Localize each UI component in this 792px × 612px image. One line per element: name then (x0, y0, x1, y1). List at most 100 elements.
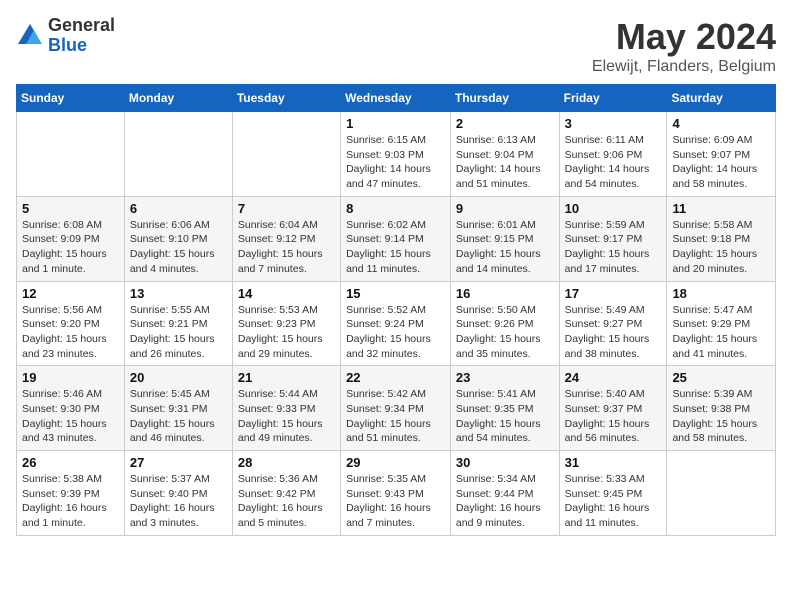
day-number: 11 (672, 201, 770, 216)
day-info: Sunrise: 5:39 AMSunset: 9:38 PMDaylight:… (672, 387, 770, 446)
day-info: Sunrise: 6:09 AMSunset: 9:07 PMDaylight:… (672, 133, 770, 192)
day-number: 6 (130, 201, 227, 216)
day-info: Sunrise: 5:35 AMSunset: 9:43 PMDaylight:… (346, 472, 445, 531)
day-info: Sunrise: 5:42 AMSunset: 9:34 PMDaylight:… (346, 387, 445, 446)
calendar-cell: 15 Sunrise: 5:52 AMSunset: 9:24 PMDayligh… (341, 281, 451, 366)
calendar-cell: 9Sunrise: 6:01 AMSunset: 9:15 PMDaylight… (450, 196, 559, 281)
day-number: 5 (22, 201, 119, 216)
day-number: 25 (672, 370, 770, 385)
calendar-cell: 5Sunrise: 6:08 AMSunset: 9:09 PMDaylight… (17, 196, 125, 281)
calendar-cell: 23 Sunrise: 5:41 AMSunset: 9:35 PMDayligh… (450, 366, 559, 451)
day-number: 9 (456, 201, 554, 216)
day-number: 12 (22, 286, 119, 301)
day-info: Sunrise: 5:59 AMSunset: 9:17 PMDaylight:… (565, 218, 662, 277)
day-info: Sunrise: 6:04 AMSunset: 9:12 PMDaylight:… (238, 218, 335, 277)
calendar-cell (124, 112, 232, 197)
day-number: 10 (565, 201, 662, 216)
calendar-cell: 20Sunrise: 5:45 AMSunset: 9:31 PMDayligh… (124, 366, 232, 451)
page-header: General Blue May 2024 Elewijt, Flanders,… (16, 16, 776, 76)
day-info: Sunrise: 5:55 AMSunset: 9:21 PMDaylight:… (130, 303, 227, 362)
logo-icon (16, 22, 44, 50)
calendar-week-row: 12 Sunrise: 5:56 AMSunset: 9:20 PMDayligh… (17, 281, 776, 366)
calendar-cell: 27Sunrise: 5:37 AMSunset: 9:40 PMDayligh… (124, 451, 232, 536)
day-info: Sunrise: 6:15 AMSunset: 9:03 PMDaylight:… (346, 133, 445, 192)
logo-general: General (48, 15, 115, 35)
logo-text: General Blue (48, 16, 115, 56)
day-number: 7 (238, 201, 335, 216)
calendar-week-row: 19 Sunrise: 5:46 AMSunset: 9:30 PMDayligh… (17, 366, 776, 451)
calendar-cell: 18Sunrise: 5:47 AMSunset: 9:29 PMDayligh… (667, 281, 776, 366)
calendar-cell: 30Sunrise: 5:34 AMSunset: 9:44 PMDayligh… (450, 451, 559, 536)
day-number: 16 (456, 286, 554, 301)
day-number: 14 (238, 286, 335, 301)
day-info: Sunrise: 5:52 AMSunset: 9:24 PMDaylight:… (346, 303, 445, 362)
day-info: Sunrise: 5:40 AMSunset: 9:37 PMDaylight:… (565, 387, 662, 446)
weekday-header: Tuesday (232, 85, 340, 112)
day-info: Sunrise: 5:36 AMSunset: 9:42 PMDaylight:… (238, 472, 335, 531)
logo-blue: Blue (48, 35, 87, 55)
calendar-cell: 17Sunrise: 5:49 AMSunset: 9:27 PMDayligh… (559, 281, 667, 366)
calendar-cell: 26Sunrise: 5:38 AMSunset: 9:39 PMDayligh… (17, 451, 125, 536)
calendar-cell: 7 Sunrise: 6:04 AMSunset: 9:12 PMDaylight… (232, 196, 340, 281)
day-number: 19 (22, 370, 119, 385)
calendar-cell: 31 Sunrise: 5:33 AMSunset: 9:45 PMDayligh… (559, 451, 667, 536)
day-info: Sunrise: 5:49 AMSunset: 9:27 PMDaylight:… (565, 303, 662, 362)
weekday-header: Saturday (667, 85, 776, 112)
calendar-cell: 12 Sunrise: 5:56 AMSunset: 9:20 PMDayligh… (17, 281, 125, 366)
day-info: Sunrise: 5:53 AMSunset: 9:23 PMDaylight:… (238, 303, 335, 362)
day-info: Sunrise: 5:38 AMSunset: 9:39 PMDaylight:… (22, 472, 119, 531)
day-number: 27 (130, 455, 227, 470)
calendar-cell: 29Sunrise: 5:35 AMSunset: 9:43 PMDayligh… (341, 451, 451, 536)
calendar-cell: 13 Sunrise: 5:55 AMSunset: 9:21 PMDayligh… (124, 281, 232, 366)
day-number: 23 (456, 370, 554, 385)
day-info: Sunrise: 6:06 AMSunset: 9:10 PMDaylight:… (130, 218, 227, 277)
calendar-cell (17, 112, 125, 197)
day-info: Sunrise: 5:58 AMSunset: 9:18 PMDaylight:… (672, 218, 770, 277)
day-number: 20 (130, 370, 227, 385)
calendar-cell: 1 Sunrise: 6:15 AMSunset: 9:03 PMDaylight… (341, 112, 451, 197)
weekday-header: Thursday (450, 85, 559, 112)
day-number: 15 (346, 286, 445, 301)
weekday-header-row: SundayMondayTuesdayWednesdayThursdayFrid… (17, 85, 776, 112)
title-block: May 2024 Elewijt, Flanders, Belgium (592, 16, 776, 76)
day-info: Sunrise: 5:50 AMSunset: 9:26 PMDaylight:… (456, 303, 554, 362)
day-info: Sunrise: 5:47 AMSunset: 9:29 PMDaylight:… (672, 303, 770, 362)
calendar-cell: 25 Sunrise: 5:39 AMSunset: 9:38 PMDayligh… (667, 366, 776, 451)
day-number: 2 (456, 116, 554, 131)
logo: General Blue (16, 16, 115, 56)
calendar-week-row: 1 Sunrise: 6:15 AMSunset: 9:03 PMDaylight… (17, 112, 776, 197)
calendar-cell: 11 Sunrise: 5:58 AMSunset: 9:18 PMDayligh… (667, 196, 776, 281)
calendar-cell: 22 Sunrise: 5:42 AMSunset: 9:34 PMDayligh… (341, 366, 451, 451)
weekday-header: Sunday (17, 85, 125, 112)
day-number: 1 (346, 116, 445, 131)
calendar-cell: 28Sunrise: 5:36 AMSunset: 9:42 PMDayligh… (232, 451, 340, 536)
calendar-cell: 8Sunrise: 6:02 AMSunset: 9:14 PMDaylight… (341, 196, 451, 281)
day-number: 4 (672, 116, 770, 131)
day-number: 22 (346, 370, 445, 385)
calendar-cell: 10 Sunrise: 5:59 AMSunset: 9:17 PMDayligh… (559, 196, 667, 281)
calendar-cell: 21 Sunrise: 5:44 AMSunset: 9:33 PMDayligh… (232, 366, 340, 451)
day-info: Sunrise: 5:34 AMSunset: 9:44 PMDaylight:… (456, 472, 554, 531)
calendar-cell: 2Sunrise: 6:13 AMSunset: 9:04 PMDaylight… (450, 112, 559, 197)
weekday-header: Monday (124, 85, 232, 112)
day-number: 3 (565, 116, 662, 131)
calendar-week-row: 5Sunrise: 6:08 AMSunset: 9:09 PMDaylight… (17, 196, 776, 281)
calendar-table: SundayMondayTuesdayWednesdayThursdayFrid… (16, 84, 776, 536)
calendar-cell: 19 Sunrise: 5:46 AMSunset: 9:30 PMDayligh… (17, 366, 125, 451)
day-info: Sunrise: 5:46 AMSunset: 9:30 PMDaylight:… (22, 387, 119, 446)
calendar-cell (232, 112, 340, 197)
calendar-cell: 16 Sunrise: 5:50 AMSunset: 9:26 PMDayligh… (450, 281, 559, 366)
day-info: Sunrise: 5:56 AMSunset: 9:20 PMDaylight:… (22, 303, 119, 362)
calendar-cell: 4 Sunrise: 6:09 AMSunset: 9:07 PMDaylight… (667, 112, 776, 197)
calendar-cell: 14 Sunrise: 5:53 AMSunset: 9:23 PMDayligh… (232, 281, 340, 366)
day-info: Sunrise: 5:33 AMSunset: 9:45 PMDaylight:… (565, 472, 662, 531)
day-number: 13 (130, 286, 227, 301)
day-number: 31 (565, 455, 662, 470)
day-number: 21 (238, 370, 335, 385)
weekday-header: Wednesday (341, 85, 451, 112)
day-info: Sunrise: 6:11 AMSunset: 9:06 PMDaylight:… (565, 133, 662, 192)
day-info: Sunrise: 5:41 AMSunset: 9:35 PMDaylight:… (456, 387, 554, 446)
day-number: 24 (565, 370, 662, 385)
location: Elewijt, Flanders, Belgium (592, 58, 776, 76)
day-info: Sunrise: 5:44 AMSunset: 9:33 PMDaylight:… (238, 387, 335, 446)
